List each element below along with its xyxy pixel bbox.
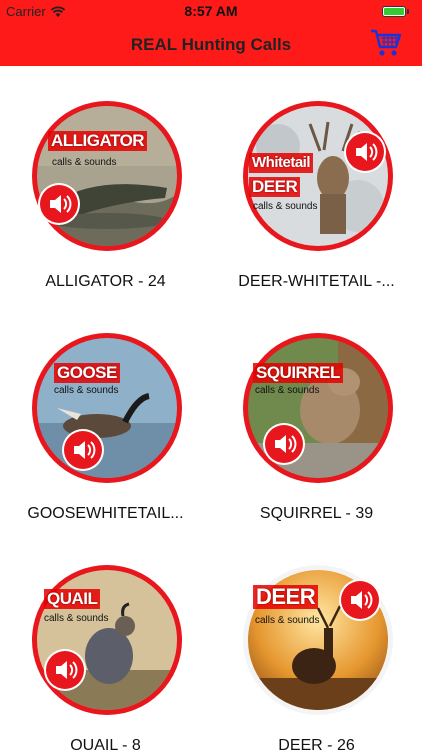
card-title: DEER [253, 585, 319, 609]
card-title: Whitetail [249, 153, 313, 173]
deer-whitetail-image [248, 106, 388, 246]
category-label: ALLIGATOR - 24 [45, 273, 166, 290]
cart-button[interactable] [370, 28, 402, 58]
category-deer[interactable]: DEER calls & sounds DEER - 26 [211, 530, 422, 750]
status-time: 8:57 AM [184, 3, 238, 19]
card-title-2: DEER [249, 177, 301, 197]
category-label: GOOSEWHITETAIL... [27, 505, 184, 522]
card-title: ALLIGATOR [48, 131, 148, 151]
speaker-icon[interactable] [346, 133, 384, 171]
speaker-icon[interactable] [341, 581, 379, 619]
card-subtitle: calls & sounds [253, 201, 318, 212]
card-title: QUAIL [44, 589, 101, 609]
category-squirrel[interactable]: SQUIRREL calls & sounds SQUIRREL - 39 [211, 298, 422, 530]
card-subtitle: calls & sounds [52, 157, 117, 168]
cart-icon [371, 29, 402, 56]
category-label: QUAIL - 8 [70, 737, 141, 750]
card-subtitle: calls & sounds [44, 613, 109, 624]
category-image[interactable]: QUAIL calls & sounds [32, 565, 182, 715]
card-title: SQUIRREL [253, 363, 343, 383]
category-label: SQUIRREL - 39 [259, 505, 374, 522]
speaker-icon[interactable] [40, 185, 78, 223]
card-title: GOOSE [54, 363, 120, 383]
category-label: DEER-WHITETAIL -... [238, 273, 395, 290]
speaker-icon[interactable] [265, 425, 303, 463]
category-quail[interactable]: QUAIL calls & sounds QUAIL - 8 [0, 530, 211, 750]
category-alligator[interactable]: ALLIGATOR calls & sounds ALLIGATOR - 24 [0, 66, 211, 298]
category-grid: ALLIGATOR calls & sounds ALLIGATOR - 24 … [0, 66, 422, 750]
alligator-image [37, 106, 177, 246]
category-label: DEER - 26 [278, 737, 355, 750]
category-image[interactable]: GOOSE calls & sounds [32, 333, 182, 483]
speaker-icon[interactable] [46, 651, 84, 689]
category-deer-whitetail[interactable]: Whitetail DEER calls & sounds DEER-WHITE… [211, 66, 422, 298]
card-subtitle: calls & sounds [54, 385, 119, 396]
category-goose[interactable]: GOOSE calls & sounds GOOSEWHITETAIL... [0, 298, 211, 530]
category-image[interactable]: DEER calls & sounds [243, 565, 393, 715]
card-subtitle: calls & sounds [255, 615, 320, 626]
category-image[interactable]: ALLIGATOR calls & sounds [32, 101, 182, 251]
battery-icon [382, 5, 412, 17]
card-subtitle: calls & sounds [255, 385, 320, 396]
speaker-icon[interactable] [64, 431, 102, 469]
category-image[interactable]: SQUIRREL calls & sounds [243, 333, 393, 483]
category-image[interactable]: Whitetail DEER calls & sounds [243, 101, 393, 251]
goose-image [37, 338, 177, 478]
status-bar: Carrier 8:57 AM [0, 0, 422, 22]
nav-bar: Carrier 8:57 AM REAL Hunting Calls [0, 0, 422, 66]
page-title: REAL Hunting Calls [130, 35, 292, 54]
